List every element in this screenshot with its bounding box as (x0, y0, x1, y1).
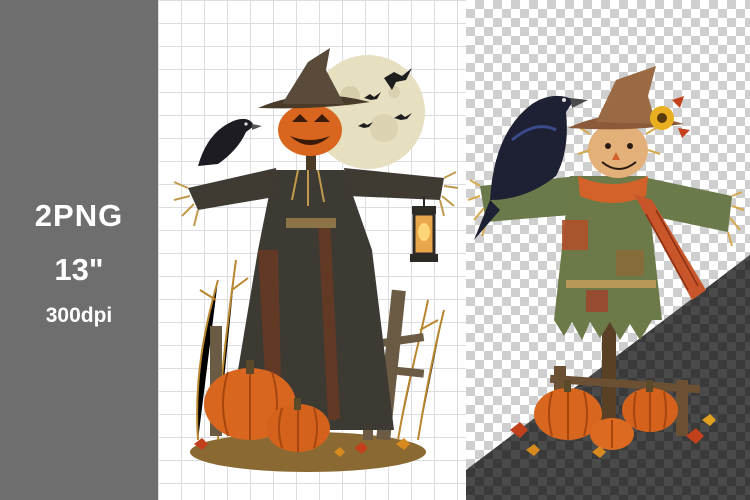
format-label: 2PNG (34, 198, 124, 233)
right-arm (344, 168, 444, 200)
rope-belt (286, 218, 336, 228)
crow-on-shoulder (198, 118, 262, 166)
jack-o-lantern-head (278, 104, 342, 156)
rope-belt (566, 280, 656, 288)
preview-transparent-background (466, 0, 750, 500)
hat-crown (596, 66, 656, 124)
info-side-panel: 2PNG 13" 300dpi (0, 0, 158, 500)
scarecrow-jack-o-lantern-illustration (173, 48, 459, 472)
left-arm (188, 168, 280, 210)
scarecrow-smiling-with-crow-illustration (467, 66, 745, 458)
resolution-label: 300dpi (45, 304, 113, 327)
sunflower (650, 96, 690, 138)
lantern (410, 196, 438, 262)
size-label: 13" (54, 252, 104, 287)
pumpkin-small (590, 418, 634, 450)
preview-grid-background (158, 0, 466, 500)
